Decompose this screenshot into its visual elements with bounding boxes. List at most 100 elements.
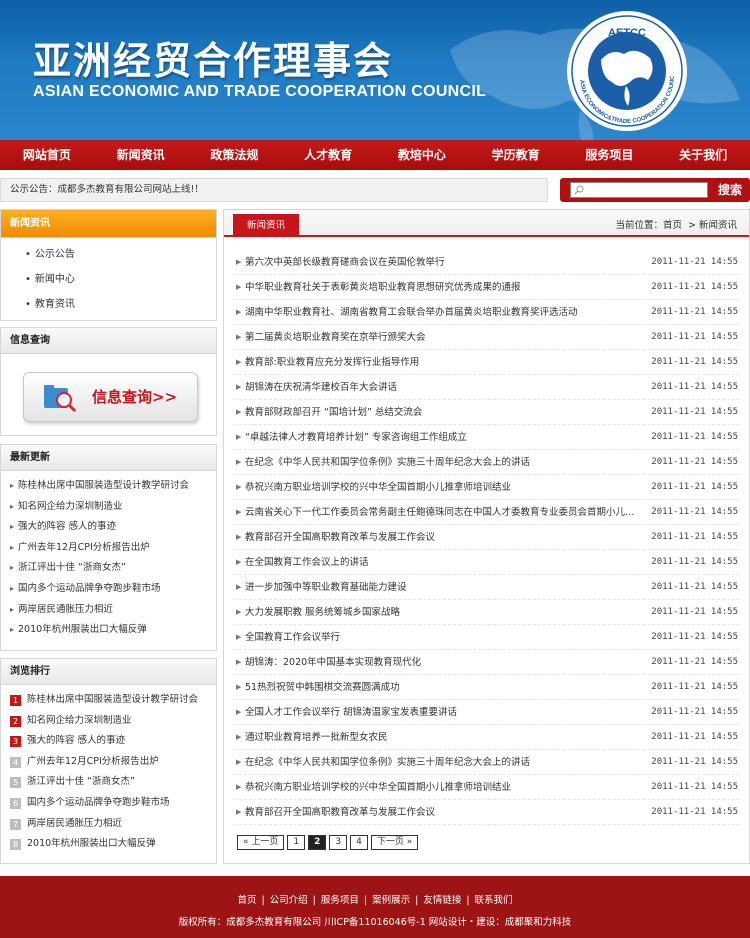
news-title[interactable]: 全国教育工作会议举行	[245, 625, 640, 650]
news-row[interactable]: ▶ 51热烈祝贺中韩围棋交流赛圆满成功 2011-11-21 14:55	[234, 675, 740, 700]
news-time: 2011-11-21 14:55	[651, 807, 738, 817]
news-row[interactable]: ▶ 教育部召开全国高职教育改革与发展工作会议 2011-11-21 14:55	[234, 525, 740, 550]
news-row[interactable]: ▶ 胡锦涛：2020年中国基本实现教育现代化 2011-11-21 14:55	[234, 650, 740, 675]
search-input[interactable]	[570, 182, 708, 198]
news-row[interactable]: ▶ 教育部:职业教育应充分发挥行业指导作用 2011-11-21 14:55	[234, 350, 740, 375]
list-item[interactable]: ▸ 知名网企给力深圳制造业	[1, 497, 216, 518]
news-row[interactable]: ▶ 湖南中华职业教育社、湖南省教育工会联合举办首届黄炎培职业教育奖评选活动 2011…	[234, 300, 740, 325]
breadcrumb: 当前位置：首页 > 新闻资讯	[615, 217, 737, 231]
news-row[interactable]: ▶ 教育部财政部召开 “国培计划” 总结交流会 2011-11-21 14:55	[234, 400, 740, 425]
footer-link-home[interactable]: 首页	[237, 895, 256, 906]
news-row[interactable]: ▶ 全国教育工作会议举行 2011-11-21 14:55	[234, 625, 740, 650]
news-row[interactable]: ▶ 云南省关心下一代工作委员会常务副主任鲍德珠同志在中国人才委教育专业委员会首期小…	[234, 500, 740, 525]
info-query-button[interactable]: 信息查询>>	[23, 372, 198, 422]
nav-training-center[interactable]: 教培中心	[375, 140, 469, 170]
nav-degree-education[interactable]: 学历教育	[469, 140, 563, 170]
news-row[interactable]: ▶ 在纪念《中华人民共和国学位条例》实施三十周年纪念大会上的讲话 2011-11-2…	[234, 450, 740, 475]
list-item[interactable]: ▸ 国内多个运动品牌争夺跑步鞋市场	[1, 579, 216, 600]
news-title[interactable]: 在全国教育工作会议上的讲话	[245, 550, 640, 575]
nav-home[interactable]: 网站首页	[0, 140, 94, 170]
news-title[interactable]: 51热烈祝贺中韩围棋交流赛圆满成功	[245, 675, 640, 700]
footer-link-cases[interactable]: 案例展示	[372, 895, 410, 906]
news-row[interactable]: ▶ “卓越法律人才教育培养计划” 专家咨询组工作组成立 2011-11-21 14:…	[234, 425, 740, 450]
news-title[interactable]: 通过职业教育培养一批新型女农民	[245, 725, 640, 750]
news-title[interactable]: 中华职业教育社关于表彰黄炎培职业教育思想研究优秀成果的通报	[245, 275, 640, 300]
news-row[interactable]: ▶ 全国人才工作会议举行 胡锦涛温家宝发表重要讲话 2011-11-21 14:55	[234, 700, 740, 725]
news-time: 2011-11-21 14:55	[651, 532, 738, 542]
news-title[interactable]: 恭祝兴南方职业培训学校的兴中华全国首期小儿推拿师培训结业	[245, 775, 640, 800]
bullet-triangle-icon: ▶	[236, 608, 242, 616]
list-item-label: 2010年杭州服装出口大幅反弹	[27, 838, 156, 850]
news-title[interactable]: 在纪念《中华人民共和国学位条例》实施三十周年纪念大会上的讲话	[245, 750, 640, 775]
list-item[interactable]: ▸ 广州去年12月CPI分析报告出炉	[1, 538, 216, 559]
list-item[interactable]: 5 浙江评出十佳 “浙商女杰”	[1, 772, 216, 793]
news-row[interactable]: ▶ 在纪念《中华人民共和国学位条例》实施三十周年纪念大会上的讲话 2011-11-2…	[234, 750, 740, 775]
news-row[interactable]: ▶ 胡锦涛在庆祝清华建校百年大会讲话 2011-11-21 14:55	[234, 375, 740, 400]
news-title[interactable]: 大力发展职教 服务统筹城乡国家战略	[245, 600, 640, 625]
news-row[interactable]: ▶ 教育部召开全国高职教育改革与发展工作会议 2011-11-21 14:55	[234, 800, 740, 825]
search-button[interactable]: 搜索	[710, 178, 750, 202]
footer-link-services[interactable]: 服务项目	[321, 895, 359, 906]
news-title[interactable]: 胡锦涛：2020年中国基本实现教育现代化	[245, 650, 640, 675]
nav-policy[interactable]: 政策法规	[188, 140, 282, 170]
breadcrumb-home[interactable]: 首页	[663, 220, 682, 231]
news-title[interactable]: 第六次中英部长级教育磋商会议在英国伦敦举行	[245, 250, 640, 275]
news-title[interactable]: 教育部财政部召开 “国培计划” 总结交流会	[245, 400, 640, 425]
news-title[interactable]: “卓越法律人才教育培养计划” 专家咨询组工作组成立	[245, 425, 640, 450]
list-item[interactable]: ▸ 两岸居民通胀压力相近	[1, 600, 216, 621]
breadcrumb-current[interactable]: 新闻资讯	[699, 220, 737, 231]
news-row[interactable]: ▶ 大力发展职教 服务统筹城乡国家战略 2011-11-21 14:55	[234, 600, 740, 625]
list-item[interactable]: 4 广州去年12月CPI分析报告出炉	[1, 752, 216, 773]
next-page-button[interactable]: 下一页 »	[370, 835, 419, 850]
list-item[interactable]: 6 国内多个运动品牌争夺跑步鞋市场	[1, 793, 216, 814]
news-row[interactable]: ▶ 恭祝兴南方职业培训学校的兴中华全国首期小儿推拿师培训结业 2011-11-21 …	[234, 775, 740, 800]
news-title[interactable]: 教育部召开全国高职教育改革与发展工作会议	[245, 800, 640, 825]
news-row[interactable]: ▶ 第六次中英部长级教育磋商会议在英国伦敦举行 2011-11-21 14:55	[234, 250, 740, 275]
news-row[interactable]: ▶ 中华职业教育社关于表彰黄炎培职业教育思想研究优秀成果的通报 2011-11-21…	[234, 275, 740, 300]
page-3-button[interactable]: 3	[329, 835, 348, 850]
footer-link-contact[interactable]: 联系我们	[475, 895, 513, 906]
list-item[interactable]: 2 知名网企给力深圳制造业	[1, 711, 216, 732]
sidebar-item-news-center[interactable]: • 新闻中心	[1, 267, 216, 292]
page-1-button[interactable]: 1	[287, 835, 306, 850]
notice-bar[interactable]: 公示公告：成都多杰教育有限公司网站上线!！	[0, 178, 548, 202]
news-title[interactable]: 恭祝兴南方职业培训学校的兴中华全国首期小儿推拿师培训结业	[245, 475, 640, 500]
list-item[interactable]: 1 陈桂林出席中国服装造型设计教学研讨会	[1, 690, 216, 711]
list-item[interactable]: ▸ 陈桂林出席中国服装造型设计教学研讨会	[1, 476, 216, 497]
nav-services[interactable]: 服务项目	[563, 140, 657, 170]
list-item[interactable]: ▸ 2010年杭州服装出口大幅反弹	[1, 620, 216, 641]
bullet-triangle-icon: ▶	[236, 433, 242, 441]
news-title[interactable]: 第二届黄炎培职业教育奖在京举行颁奖大会	[245, 325, 640, 350]
news-time: 2011-11-21 14:55	[651, 582, 738, 592]
news-title[interactable]: 全国人才工作会议举行 胡锦涛温家宝发表重要讲话	[245, 700, 640, 725]
news-row[interactable]: ▶ 通过职业教育培养一批新型女农民 2011-11-21 14:55	[234, 725, 740, 750]
list-item[interactable]: 7 两岸居民通胀压力相近	[1, 814, 216, 835]
sidebar-item-education-info[interactable]: • 教育资讯	[1, 292, 216, 317]
footer-link-company[interactable]: 公司介绍	[270, 895, 308, 906]
nav-talent-education[interactable]: 人才教育	[281, 140, 375, 170]
news-row[interactable]: ▶ 恭祝兴南方职业培训学校的兴中华全国首期小儿推拿师培训结业 2011-11-21 …	[234, 475, 740, 500]
news-title[interactable]: 胡锦涛在庆祝清华建校百年大会讲话	[245, 375, 640, 400]
list-item[interactable]: ▸ 浙江评出十佳 “浙商女杰”	[1, 558, 216, 579]
news-title[interactable]: 在纪念《中华人民共和国学位条例》实施三十周年纪念大会上的讲话	[245, 450, 640, 475]
news-title[interactable]: 云南省关心下一代工作委员会常务副主任鲍德珠同志在中国人才委教育专业委员会首期小儿…	[245, 500, 640, 525]
news-row[interactable]: ▶ 进一步加强中等职业教育基础能力建设 2011-11-21 14:55	[234, 575, 740, 600]
page-2-button[interactable]: 2	[308, 835, 327, 850]
news-title[interactable]: 教育部:职业教育应充分发挥行业指导作用	[245, 350, 640, 375]
nav-news[interactable]: 新闻资讯	[94, 140, 188, 170]
news-row[interactable]: ▶ 第二届黄炎培职业教育奖在京举行颁奖大会 2011-11-21 14:55	[234, 325, 740, 350]
sidebar-item-announcements[interactable]: • 公示公告	[1, 242, 216, 267]
nav-about[interactable]: 关于我们	[656, 140, 750, 170]
tab-news[interactable]: 新闻资讯	[233, 214, 299, 237]
prev-page-button[interactable]: « 上一页	[237, 835, 285, 850]
page-4-button[interactable]: 4	[350, 835, 368, 850]
footer-link-friends[interactable]: 友情链接	[423, 895, 461, 906]
news-row[interactable]: ▶ 在全国教育工作会议上的讲话 2011-11-21 14:55	[234, 550, 740, 575]
news-title[interactable]: 教育部召开全国高职教育改革与发展工作会议	[245, 525, 640, 550]
aetcc-logo[interactable]: AETCC ASIA ECONOMIC&TRADE COOPERATION CO…	[566, 10, 688, 132]
list-item[interactable]: ▸ 强大的阵容 感人的事迹	[1, 517, 216, 538]
news-title[interactable]: 进一步加强中等职业教育基础能力建设	[245, 575, 640, 600]
list-item[interactable]: 3 强大的阵容 感人的事迹	[1, 731, 216, 752]
list-item[interactable]: 8 2010年杭州服装出口大幅反弹	[1, 834, 216, 855]
news-title[interactable]: 湖南中华职业教育社、湖南省教育工会联合举办首届黄炎培职业教育奖评选活动	[245, 300, 640, 325]
